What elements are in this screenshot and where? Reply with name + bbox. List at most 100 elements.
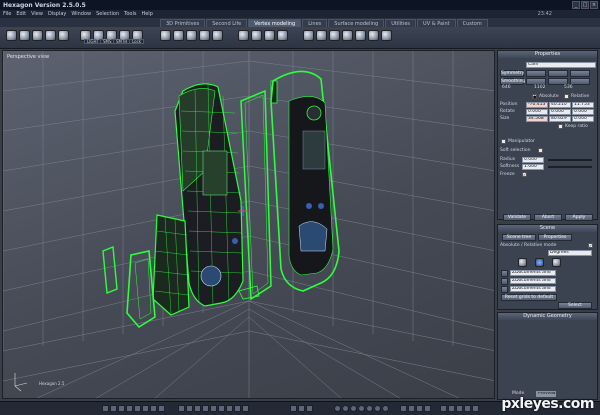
lighting-icon[interactable] <box>218 405 225 412</box>
ao-icon[interactable] <box>234 405 241 412</box>
soft-selection-checkbox[interactable] <box>538 148 543 153</box>
view-layout-icon[interactable] <box>142 405 149 412</box>
tab-3d-primitives[interactable]: 3D Primitives <box>160 19 206 27</box>
scene-row-3-toggle[interactable] <box>501 286 508 293</box>
smooth-tool-icon[interactable] <box>264 30 275 41</box>
toolbar-smth-label[interactable]: SMTH <box>113 39 131 44</box>
snap-grid-icon[interactable] <box>448 405 455 412</box>
paint-icon[interactable] <box>535 258 544 267</box>
axis-z-icon[interactable] <box>306 405 313 412</box>
absolute-radio[interactable]: ● <box>532 94 537 99</box>
bevel-tool-icon[interactable] <box>251 30 262 41</box>
measure-icon[interactable] <box>464 405 471 412</box>
view-split-v-icon[interactable] <box>126 405 133 412</box>
abort-button[interactable]: Abort <box>534 214 562 221</box>
size-x-field[interactable]: 34.568 <box>526 116 548 122</box>
tab-utilities[interactable]: Utilities <box>385 19 417 27</box>
select-button[interactable]: Select <box>558 302 592 309</box>
sym-y-button[interactable] <box>548 70 568 77</box>
select-tool-icon[interactable] <box>6 30 17 41</box>
wireframe-icon[interactable] <box>194 405 201 412</box>
perspective-view-icon[interactable] <box>424 405 431 412</box>
toolbar-lock-label[interactable]: Lock <box>129 39 145 44</box>
maximize-icon[interactable]: □ <box>581 1 589 9</box>
position-x-field[interactable]: -70.413 <box>526 102 548 108</box>
tab-custom[interactable]: Custom <box>456 19 488 27</box>
zoom-icon[interactable] <box>350 405 357 412</box>
phone-keypad-cover[interactable] <box>126 250 156 329</box>
view-split-h-icon[interactable] <box>118 405 125 412</box>
magnet-icon[interactable] <box>456 405 463 412</box>
menu-file[interactable]: File <box>3 11 11 17</box>
loop-tool-icon[interactable] <box>355 30 366 41</box>
reset-view-icon[interactable] <box>374 405 381 412</box>
vertex-tool-2-icon[interactable] <box>173 30 184 41</box>
position-z-field[interactable]: 11.753 <box>572 102 594 108</box>
tab-scene-tree[interactable]: Scene tree <box>502 234 536 241</box>
softness-field[interactable]: 1.000 <box>522 164 544 170</box>
smooth-2-button[interactable] <box>548 78 568 85</box>
front-view-icon[interactable] <box>400 405 407 412</box>
scene-row-2-toggle[interactable] <box>501 278 508 285</box>
textured-icon[interactable] <box>210 405 217 412</box>
position-y-field[interactable]: 40.210 <box>549 102 571 108</box>
menu-view[interactable]: View <box>31 11 43 17</box>
freeze-checkbox[interactable]: ✓ <box>522 172 527 177</box>
size-y-field[interactable]: 80.629 <box>549 116 571 122</box>
smooth-3-button[interactable] <box>570 78 590 85</box>
view-triple-icon[interactable] <box>134 405 141 412</box>
pan-icon[interactable] <box>342 405 349 412</box>
minimize-icon[interactable]: _ <box>572 1 580 9</box>
top-view-icon[interactable] <box>416 405 423 412</box>
connect-tool-icon[interactable] <box>368 30 379 41</box>
axis-y-icon[interactable] <box>298 405 305 412</box>
vertex-tool-1-icon[interactable] <box>160 30 171 41</box>
fit-icon[interactable] <box>382 405 389 412</box>
sphere-tool-icon[interactable] <box>32 30 43 41</box>
rotate-y-field[interactable]: 0.000 <box>549 109 571 115</box>
manipulator-checkbox[interactable] <box>501 139 506 144</box>
scale-tool-icon[interactable] <box>381 30 392 41</box>
cut-tool-icon[interactable] <box>316 30 327 41</box>
keep-ratio-checkbox[interactable] <box>558 124 563 129</box>
angle-unit-select[interactable]: Degrees <box>548 250 592 256</box>
axis-x-icon[interactable] <box>290 405 297 412</box>
weld-tool-icon[interactable] <box>303 30 314 41</box>
shadow-icon[interactable] <box>226 405 233 412</box>
apply-button[interactable]: Apply <box>565 214 593 221</box>
tab-surface-modeling[interactable]: Surface modeling <box>328 19 385 27</box>
brush-icon[interactable] <box>518 258 527 267</box>
vertex-tool-5-icon[interactable] <box>212 30 223 41</box>
brush-tool-icon[interactable] <box>19 30 30 41</box>
smoothing-button[interactable]: Smoothing <box>500 78 525 85</box>
validate-button[interactable]: Validate <box>503 214 531 221</box>
relative-radio[interactable] <box>564 94 569 99</box>
tab-vertex-modeling[interactable]: Vertex modeling <box>248 19 302 27</box>
radius-field[interactable]: 0.000 <box>522 157 544 163</box>
rotate-z-field[interactable]: 0.000 <box>572 109 594 115</box>
scene-row-1-field[interactable]: ZDocuments and <box>510 270 556 276</box>
center-icon[interactable] <box>366 405 373 412</box>
reset-grids-button[interactable]: Reset grids to default <box>501 294 557 301</box>
scene-row-1-toggle[interactable] <box>501 270 508 277</box>
shaded-icon[interactable] <box>202 405 209 412</box>
orbit-icon[interactable] <box>334 405 341 412</box>
light-icon[interactable] <box>472 405 479 412</box>
phone-keypad-panel[interactable] <box>152 214 190 316</box>
menu-selection[interactable]: Selection <box>96 11 119 17</box>
tab-scene-properties[interactable]: Properties <box>538 234 572 241</box>
snap-icon[interactable] <box>440 405 447 412</box>
view-single-icon[interactable] <box>102 405 109 412</box>
scene-row-2-field[interactable]: ZDocuments and <box>510 278 556 284</box>
frame-icon[interactable] <box>358 405 365 412</box>
symmetry-button[interactable]: Symmetry <box>500 70 524 77</box>
vertex-tool-3-icon[interactable] <box>186 30 197 41</box>
menu-help[interactable]: Help <box>141 11 152 17</box>
mode-checkbox[interactable]: ✓ <box>588 243 593 248</box>
size-z-field[interactable]: 0.000 <box>572 116 594 122</box>
slice-tool-icon[interactable] <box>329 30 340 41</box>
phone-back-shell[interactable] <box>270 70 340 292</box>
grid-toggle-icon[interactable] <box>186 405 193 412</box>
menu-edit[interactable]: Edit <box>16 11 26 17</box>
tab-uv-paint[interactable]: UV & Paint <box>417 19 456 27</box>
